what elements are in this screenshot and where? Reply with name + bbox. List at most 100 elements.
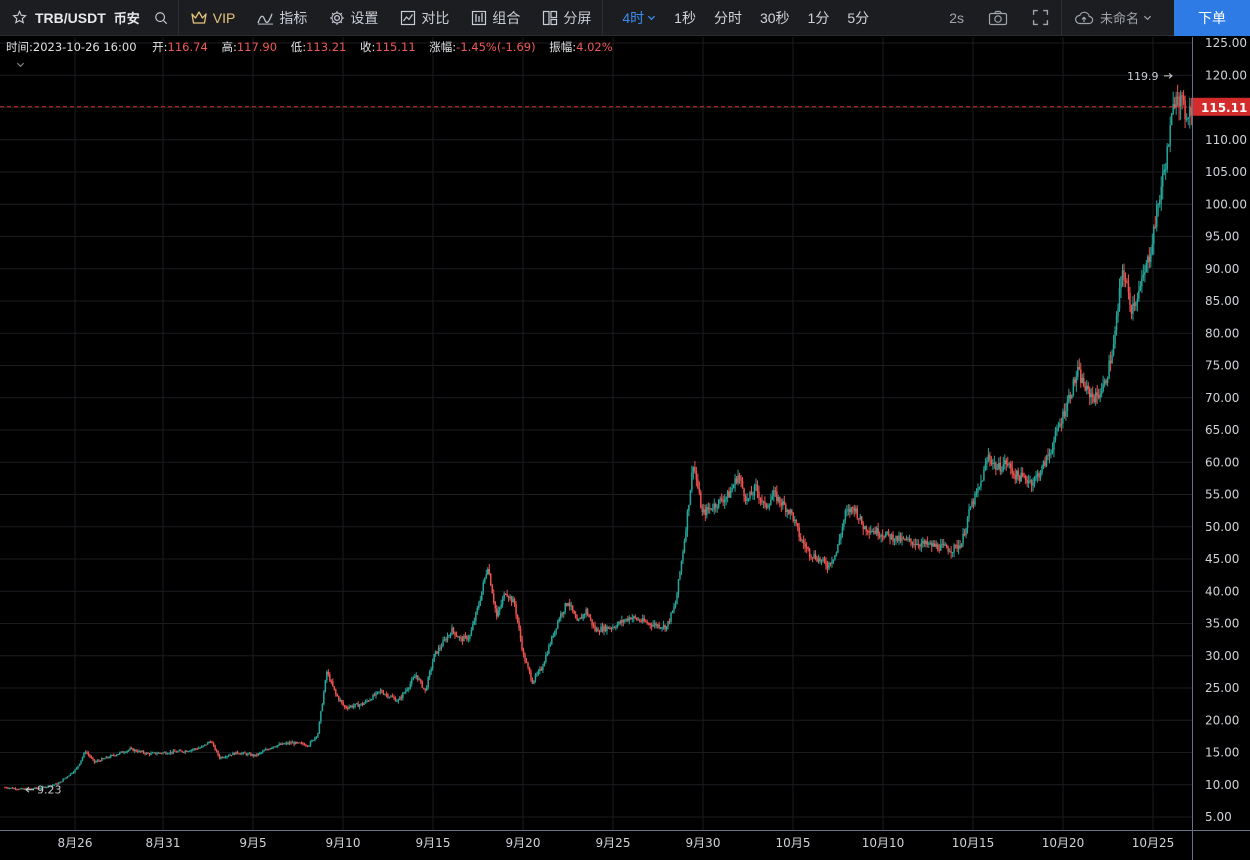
candle-body [530,671,532,680]
candle-body [951,552,954,554]
y-tick-label: 110.00 [1205,133,1247,147]
candle-body [244,752,246,754]
candle-body [223,757,225,759]
candle-body [722,500,724,503]
candle-body [515,604,517,615]
candle-body [510,596,513,603]
candle-body [835,552,838,556]
candle-body [494,601,496,609]
candle-body [856,508,859,519]
combo-button[interactable]: 组合 [460,0,531,36]
settings-button[interactable]: 设置 [318,0,389,36]
interval-4h[interactable]: 4时 [613,0,665,36]
candle-body [354,703,356,706]
candle-body [421,681,423,688]
layout-name-button[interactable]: 未命名 [1062,0,1174,36]
candle-body [820,559,823,562]
place-order-button[interactable]: 下单 [1174,0,1250,36]
candle-body [1023,475,1025,477]
fullscreen-icon[interactable] [1020,0,1061,36]
candle-body [576,618,578,621]
candle-body [701,508,704,513]
candle-body [376,691,379,693]
candle-body [194,748,197,750]
search-icon[interactable] [154,11,168,25]
candle-body [120,751,122,753]
interval-1m[interactable]: 1分 [799,0,839,36]
split-screen-button[interactable]: 分屏 [531,0,602,36]
candle-body [296,741,298,743]
candle-body [199,747,201,749]
candle-body [372,694,374,700]
interval-5m[interactable]: 5分 [838,0,878,36]
candle-body [636,617,638,620]
candle-body [1141,277,1143,287]
camera-icon[interactable] [976,0,1020,36]
candle-body [367,700,370,702]
candle-body [621,619,623,624]
candle-body [466,636,468,640]
candle-body [703,509,705,513]
collapse-legend-icon[interactable] [15,60,26,69]
candle-body [519,628,522,639]
candle-body [993,462,996,464]
price-chart[interactable]: 125.00120.00115.00110.00105.00100.0095.0… [0,37,1250,860]
candle-body [936,544,939,550]
candle-body [977,488,979,493]
candle-body [1075,376,1078,384]
candle-body [72,772,75,774]
candle-body [1077,367,1079,377]
candle-body [972,501,975,505]
y-tick-label: 45.00 [1205,552,1239,566]
candle-body [968,509,970,519]
candle-body [546,653,549,656]
candle-body [209,741,212,743]
interval-1s[interactable]: 1秒 [665,0,705,36]
candle-body [159,752,161,754]
candle-body [983,469,985,481]
candle-body [366,700,368,702]
candle-body [148,753,151,755]
candle-body [215,749,218,752]
candle-body [101,758,103,762]
candle-body [752,494,754,496]
candle-body [592,624,595,626]
candle-body [154,752,157,754]
candle-body [969,506,972,510]
candle-body [1056,428,1058,432]
candle-body [437,647,440,654]
candle-body [221,757,224,759]
candle-body [720,498,723,501]
x-tick-label: 10月10 [862,836,905,850]
candle-body [1178,97,1180,107]
candle-body [966,518,969,529]
candle-body [1108,360,1110,378]
time-value: 2023-10-26 16:00 [32,40,137,54]
interval-timeshare[interactable]: 分时 [705,0,751,36]
interval-30s[interactable]: 30秒 [751,0,799,36]
star-icon[interactable] [12,10,27,25]
indicators-icon [257,13,274,25]
y-tick-label: 100.00 [1205,197,1247,211]
candle-body [571,605,574,611]
candle-body [859,516,862,520]
candle-body [676,593,678,605]
candle-body [370,699,373,701]
candle-body [394,697,397,702]
candle-body [1048,452,1051,456]
candle-body [1091,393,1094,397]
candle-body [87,753,90,755]
compare-button[interactable]: 对比 [389,0,460,36]
candle-body [1072,379,1075,396]
y-tick-label: 95.00 [1205,230,1239,244]
candle-body [633,616,635,619]
indicators-button[interactable]: 指标 [246,0,318,36]
refresh-rate-button[interactable]: 2s [937,0,976,36]
candle-body [500,604,502,608]
vip-button[interactable]: VIP [179,0,247,36]
candle-body [825,561,827,566]
amplitude-label: 振幅: [549,40,577,54]
symbol-selector[interactable]: TRB/USDT 币安 [0,0,178,36]
candle-body [585,609,587,615]
candle-body [875,528,878,534]
